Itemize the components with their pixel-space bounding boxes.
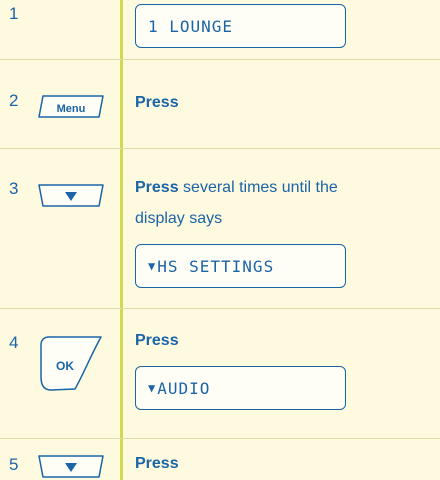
instruction-text: Press bbox=[135, 448, 179, 479]
lcd-display: ▼ HS SETTINGS bbox=[135, 244, 346, 288]
display-text: AUDIO bbox=[157, 378, 211, 398]
instruction-text: Press several times until the display sa… bbox=[135, 172, 338, 234]
down-arrow-key bbox=[37, 183, 105, 209]
step-number: 2 bbox=[9, 91, 19, 110]
step-number: 1 bbox=[9, 4, 19, 23]
row-separator bbox=[0, 438, 440, 439]
menu-key: Menu bbox=[37, 94, 105, 120]
display-text: 1 LOUNGE bbox=[148, 16, 234, 36]
instruction-line: display says bbox=[135, 210, 223, 227]
triangle-down-icon: ▼ bbox=[148, 259, 157, 273]
row-separator bbox=[0, 308, 440, 309]
instruction-line: several times until the bbox=[183, 179, 338, 196]
triangle-down-icon: ▼ bbox=[148, 381, 157, 395]
press-label: Press bbox=[135, 179, 179, 196]
ok-key-label: OK bbox=[56, 359, 74, 373]
step-number: 3 bbox=[9, 179, 19, 198]
menu-key-label: Menu bbox=[57, 103, 86, 115]
lcd-display: 1 LOUNGE bbox=[135, 4, 346, 48]
down-arrow-key bbox=[37, 454, 105, 480]
instruction-text: Press bbox=[135, 325, 179, 356]
row-separator bbox=[0, 59, 440, 60]
lcd-display: ▼ AUDIO bbox=[135, 366, 346, 410]
display-text: HS SETTINGS bbox=[157, 256, 275, 276]
step-number: 4 bbox=[9, 333, 19, 352]
press-label: Press bbox=[135, 455, 179, 472]
instruction-text: Press bbox=[135, 87, 179, 118]
press-label: Press bbox=[135, 332, 179, 349]
vertical-divider bbox=[120, 0, 123, 480]
press-label: Press bbox=[135, 94, 179, 111]
row-separator bbox=[0, 148, 440, 149]
step-number: 5 bbox=[9, 455, 19, 474]
ok-key: OK bbox=[37, 333, 105, 395]
